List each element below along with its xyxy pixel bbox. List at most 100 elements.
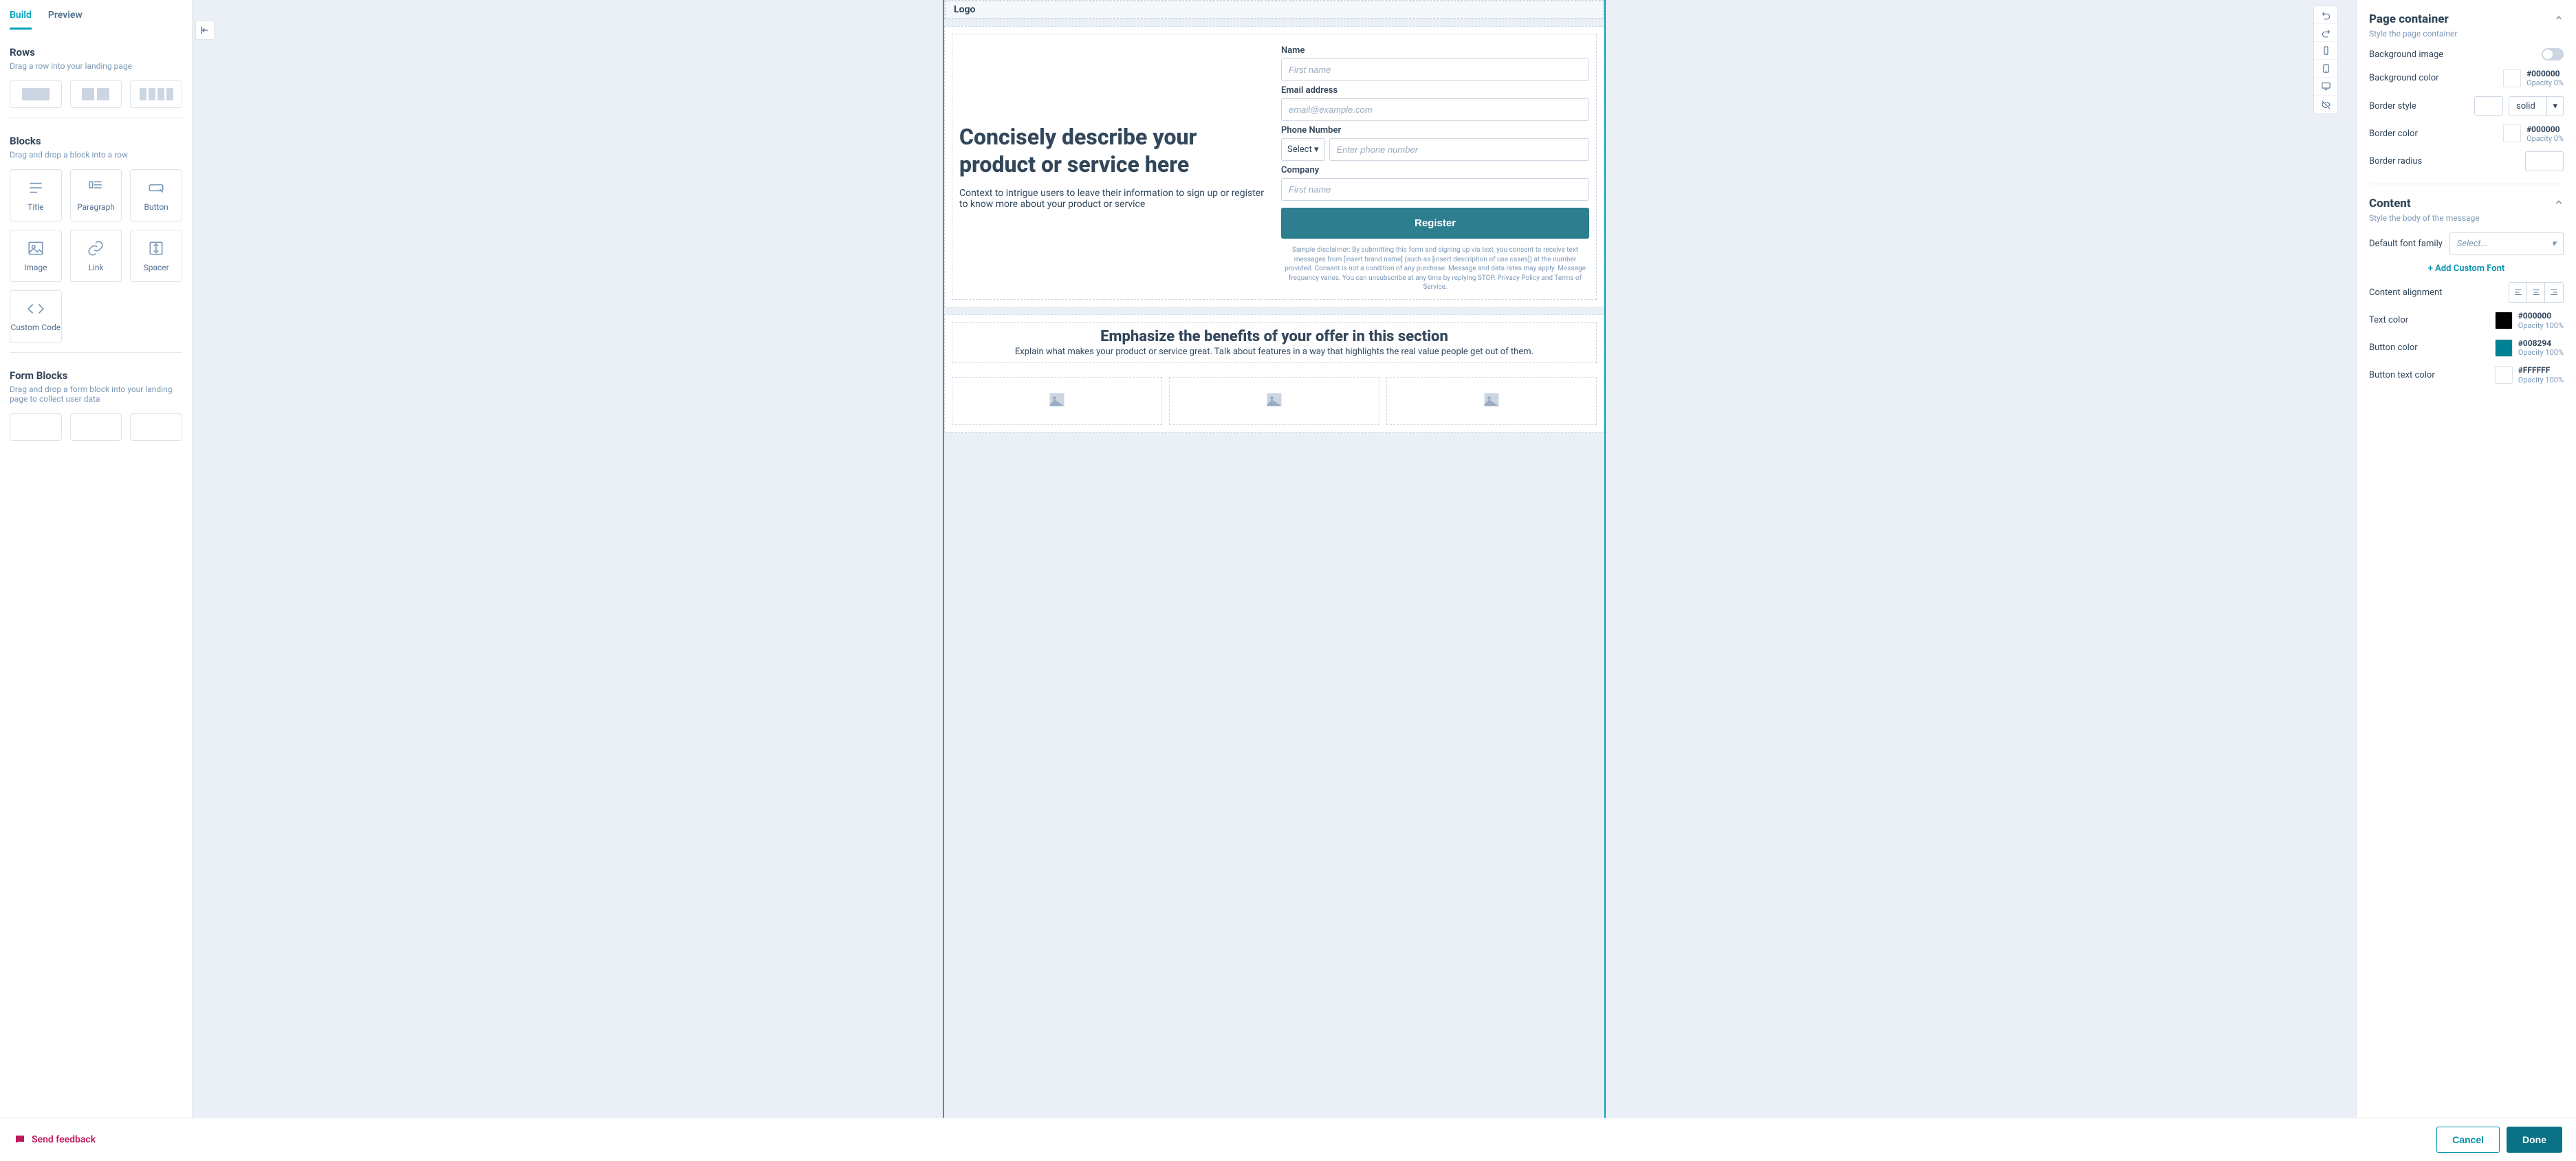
tablet-view-button[interactable]: [2314, 60, 2337, 78]
canvas-header-section[interactable]: Logo: [944, 0, 1604, 19]
mobile-view-button[interactable]: [2314, 42, 2337, 60]
send-feedback-link[interactable]: Send feedback: [14, 1133, 96, 1146]
name-input[interactable]: [1281, 58, 1589, 81]
benefits-subtitle[interactable]: Explain what makes your product or servi…: [966, 347, 1582, 357]
content-align-label: Content alignment: [2369, 287, 2442, 298]
content-align-group: [2509, 282, 2564, 303]
content-accordion[interactable]: Content: [2369, 197, 2564, 210]
align-right-button[interactable]: [2545, 283, 2563, 302]
rows-sub: Drag a row into your landing page: [10, 61, 182, 71]
border-color-swatch[interactable]: [2503, 124, 2521, 142]
canvas-hero-section[interactable]: Concisely describe your product or servi…: [944, 26, 1604, 307]
right-panel: Page container Style the page container …: [2356, 0, 2576, 1118]
undo-button[interactable]: [2314, 6, 2337, 24]
done-button[interactable]: Done: [2507, 1127, 2562, 1153]
form-blocks-section: Form Blocks Drag and drop a form block i…: [10, 352, 182, 451]
cancel-button[interactable]: Cancel: [2436, 1127, 2500, 1153]
align-center-button[interactable]: [2527, 283, 2545, 302]
bg-color-swatch[interactable]: [2503, 69, 2521, 87]
hero-subtitle[interactable]: Context to intrigue users to leave their…: [959, 188, 1267, 210]
rows-section: Rows Drag a row into your landing page: [10, 30, 182, 118]
form-block-1[interactable]: [10, 413, 62, 441]
block-spacer[interactable]: Spacer: [130, 230, 182, 282]
link-icon: [87, 239, 105, 257]
add-custom-font-link[interactable]: + Add Custom Font: [2369, 263, 2564, 274]
form-block-2[interactable]: [70, 413, 122, 441]
hide-button[interactable]: [2314, 96, 2337, 113]
title-icon: [27, 179, 45, 197]
row-layout-quarters[interactable]: [130, 80, 182, 108]
block-image-label: Image: [24, 263, 47, 272]
button-text-color-label: Button text color: [2369, 370, 2435, 380]
benefit-image-1[interactable]: [952, 377, 1162, 425]
collapse-left-panel[interactable]: [195, 21, 215, 40]
chevron-down-icon: ▾: [2551, 239, 2556, 249]
tab-build[interactable]: Build: [10, 10, 32, 30]
page-canvas[interactable]: Logo Concisely describe your product or …: [944, 0, 1604, 1118]
text-color-swatch[interactable]: [2495, 312, 2513, 329]
benefit-image-3[interactable]: [1386, 377, 1597, 425]
code-icon: [27, 300, 45, 318]
border-color-opacity: Opacity 0%: [2526, 134, 2564, 143]
bg-color-opacity: Opacity 0%: [2526, 78, 2564, 87]
button-text-color-swatch[interactable]: [2495, 366, 2513, 384]
redo-button[interactable]: [2314, 24, 2337, 42]
button-text-color-hex: #FFFFFF: [2518, 365, 2564, 375]
tab-preview[interactable]: Preview: [48, 10, 83, 30]
block-title-label: Title: [28, 202, 43, 212]
row-layout-full[interactable]: [10, 80, 62, 108]
bg-image-label: Background image: [2369, 50, 2443, 60]
hero-form-column[interactable]: Name Email address Phone Number Select ▾…: [1274, 34, 1596, 299]
page-container-accordion[interactable]: Page container: [2369, 12, 2564, 26]
phone-country-select[interactable]: Select ▾: [1281, 138, 1325, 161]
block-image[interactable]: Image: [10, 230, 62, 282]
border-style-label: Border style: [2369, 101, 2416, 111]
border-color-label: Border color: [2369, 129, 2418, 139]
chevron-down-icon: ▾: [2546, 97, 2563, 116]
button-text-color-opacity: Opacity 100%: [2518, 376, 2564, 384]
chevron-up-icon: [2554, 197, 2564, 210]
block-paragraph-label: Paragraph: [77, 202, 115, 212]
desktop-view-button[interactable]: [2314, 78, 2337, 96]
email-label: Email address: [1281, 85, 1589, 96]
chevron-up-icon: [2554, 13, 2564, 25]
image-placeholder-icon: [1482, 390, 1501, 412]
border-width-input[interactable]: [2474, 96, 2503, 116]
button-color-hex: #008294: [2518, 338, 2564, 348]
hero-title[interactable]: Concisely describe your product or servi…: [959, 123, 1267, 178]
benefit-image-2[interactable]: [1169, 377, 1379, 425]
page-container-sub: Style the page container: [2369, 29, 2564, 39]
page-container-title: Page container: [2369, 12, 2449, 26]
email-input[interactable]: [1281, 98, 1589, 121]
canvas-benefits-section[interactable]: Emphasize the benefits of your offer in …: [944, 314, 1604, 433]
row-layout-halves[interactable]: [70, 80, 122, 108]
content-title: Content: [2369, 197, 2411, 210]
block-link[interactable]: Link: [70, 230, 122, 282]
benefits-title[interactable]: Emphasize the benefits of your offer in …: [966, 328, 1582, 345]
spacer-icon: [147, 239, 165, 257]
block-custom-code[interactable]: Custom Code: [10, 290, 62, 343]
canvas-toolbar: [2313, 6, 2338, 114]
blocks-section: Blocks Drag and drop a block into a row …: [10, 118, 182, 352]
bg-image-toggle[interactable]: [2542, 48, 2564, 61]
phone-input[interactable]: [1329, 138, 1590, 161]
block-button[interactable]: Button: [130, 169, 182, 221]
form-blocks-title: Form Blocks: [10, 369, 182, 382]
font-family-select[interactable]: Select... ▾: [2449, 232, 2564, 255]
canvas-area: Logo Concisely describe your product or …: [193, 0, 2356, 1118]
align-left-button[interactable]: [2509, 283, 2527, 302]
border-style-select[interactable]: solid ▾: [2509, 96, 2564, 116]
logo-placeholder[interactable]: Logo: [946, 1, 1603, 18]
form-block-3[interactable]: [130, 413, 182, 441]
button-icon: [147, 179, 165, 197]
image-placeholder-icon: [1265, 390, 1284, 412]
chevron-down-icon: ▾: [1314, 144, 1319, 155]
hero-text-column[interactable]: Concisely describe your product or servi…: [952, 34, 1274, 299]
block-title[interactable]: Title: [10, 169, 62, 221]
register-button[interactable]: Register: [1281, 208, 1589, 239]
button-color-swatch[interactable]: [2495, 339, 2513, 357]
block-paragraph[interactable]: Paragraph: [70, 169, 122, 221]
border-radius-input[interactable]: [2525, 151, 2564, 171]
phone-label: Phone Number: [1281, 125, 1589, 135]
company-input[interactable]: [1281, 178, 1589, 201]
